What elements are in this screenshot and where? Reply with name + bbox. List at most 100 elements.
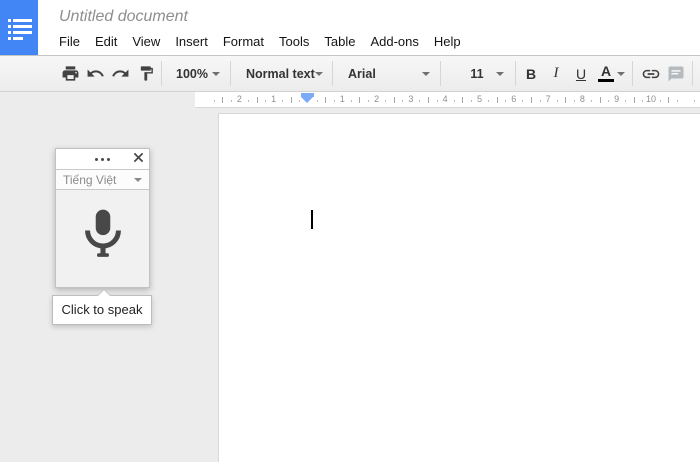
ruler-tick (556, 100, 558, 102)
more-options-button[interactable] (91, 154, 114, 165)
ruler-tick (496, 97, 498, 103)
paint-format-icon (138, 65, 155, 82)
undo-icon (86, 64, 105, 83)
undo-button[interactable] (82, 60, 108, 87)
ruler-tick (693, 100, 695, 102)
left-indent-marker[interactable] (301, 97, 313, 103)
redo-button[interactable] (107, 60, 133, 87)
zoom-select[interactable]: 100% (170, 60, 226, 87)
ruler-tick (222, 97, 224, 103)
underline-button[interactable]: U (569, 60, 593, 87)
ruler-row: 2 1 1 2 3 4 5 6 7 8 9 10 (0, 92, 700, 108)
text-color-button[interactable]: A (594, 60, 630, 87)
toolbar-separator (161, 61, 162, 86)
ruler-tick (290, 97, 292, 103)
text-cursor (311, 210, 313, 229)
italic-button[interactable]: I (544, 60, 568, 87)
font-family-select[interactable]: Arial (342, 60, 436, 87)
language-select[interactable]: Tiếng Việt (56, 169, 149, 190)
ruler-number: 2 (236, 94, 242, 104)
microphone-icon (83, 207, 123, 270)
font-size-select[interactable]: 11 (452, 60, 510, 87)
ruler-tick (608, 100, 610, 102)
menu-table[interactable]: Table (324, 34, 355, 49)
toolbar-separator (632, 61, 633, 86)
voice-panel-header (56, 149, 149, 169)
docs-logo-icon (8, 19, 32, 43)
text-color-swatch (598, 78, 614, 82)
ruler-tick (522, 100, 524, 102)
toolbar-separator (230, 61, 231, 86)
toolbar-separator (515, 61, 516, 86)
close-icon (133, 150, 144, 168)
ruler-tick (488, 100, 490, 102)
ruler-number: 4 (442, 94, 448, 104)
ruler-tick (419, 100, 421, 102)
ruler-tick (668, 97, 670, 103)
ruler-tick (625, 100, 627, 102)
ruler-tick (230, 100, 232, 102)
ruler-tick (573, 100, 575, 102)
ruler-number: 9 (614, 94, 620, 104)
ruler-number: 5 (476, 94, 483, 104)
ruler-tick (428, 97, 430, 103)
ruler-tick (659, 100, 661, 102)
ruler-tick (530, 97, 532, 103)
ruler-number: 10 (645, 94, 657, 104)
insert-comment-button[interactable] (663, 60, 689, 87)
title-bar: Untitled document File Edit View Insert … (0, 0, 700, 55)
ruler-tick (393, 97, 395, 103)
menu-addons[interactable]: Add-ons (370, 34, 418, 49)
menu-insert[interactable]: Insert (175, 34, 208, 49)
insert-link-button[interactable] (638, 60, 664, 87)
ruler-tick (505, 100, 507, 102)
menu-format[interactable]: Format (223, 34, 264, 49)
chevron-down-icon (314, 71, 323, 76)
ruler: 2 1 1 2 3 4 5 6 7 8 9 10 (195, 92, 700, 108)
ruler-tick (368, 100, 370, 102)
docs-logo[interactable] (0, 0, 38, 55)
menu-bar: File Edit View Insert Format Tools Table… (59, 34, 461, 49)
menu-help[interactable]: Help (434, 34, 461, 49)
comment-icon (667, 65, 685, 83)
ruler-number: 7 (545, 94, 551, 104)
ruler-tick (385, 100, 387, 102)
paint-format-button[interactable] (133, 60, 159, 87)
ruler-tick (265, 100, 267, 102)
ruler-number: 3 (408, 94, 414, 104)
chevron-down-icon (134, 177, 142, 182)
microphone-button[interactable] (56, 190, 149, 287)
document-page[interactable] (218, 113, 700, 462)
ruler-tick (642, 100, 644, 102)
toolbar-separator (332, 61, 333, 86)
ruler-tick (462, 97, 464, 103)
print-button[interactable] (57, 60, 83, 87)
ruler-tick (599, 97, 601, 103)
menu-tools[interactable]: Tools (279, 34, 309, 49)
close-button[interactable] (131, 152, 145, 166)
ruler-number: 1 (271, 94, 277, 104)
menu-file[interactable]: File (59, 34, 80, 49)
menu-edit[interactable]: Edit (95, 34, 117, 49)
menu-view[interactable]: View (132, 34, 160, 49)
ruler-tick (470, 100, 472, 102)
bold-button[interactable]: B (519, 60, 543, 87)
document-title[interactable]: Untitled document (59, 8, 188, 26)
ruler-tick (316, 100, 318, 102)
ruler-tick (350, 100, 352, 102)
ruler-tick (453, 100, 455, 102)
voice-typing-panel: Tiếng Việt (55, 148, 150, 288)
indent-marker[interactable] (301, 93, 314, 103)
ruler-tick (590, 100, 592, 102)
ruler-tick (565, 97, 567, 103)
ruler-tick (539, 100, 541, 102)
ruler-tick (282, 100, 284, 102)
paragraph-style-select[interactable]: Normal text (240, 60, 328, 87)
chevron-down-icon (212, 71, 220, 76)
chevron-down-icon (617, 71, 625, 76)
click-to-speak-tooltip: Click to speak (52, 289, 152, 325)
toolbar: 100% Normal text Arial 11 B I U A (0, 55, 700, 92)
ruler-tick (676, 100, 678, 102)
ruler-tick (325, 97, 327, 103)
chevron-down-icon (496, 71, 504, 76)
